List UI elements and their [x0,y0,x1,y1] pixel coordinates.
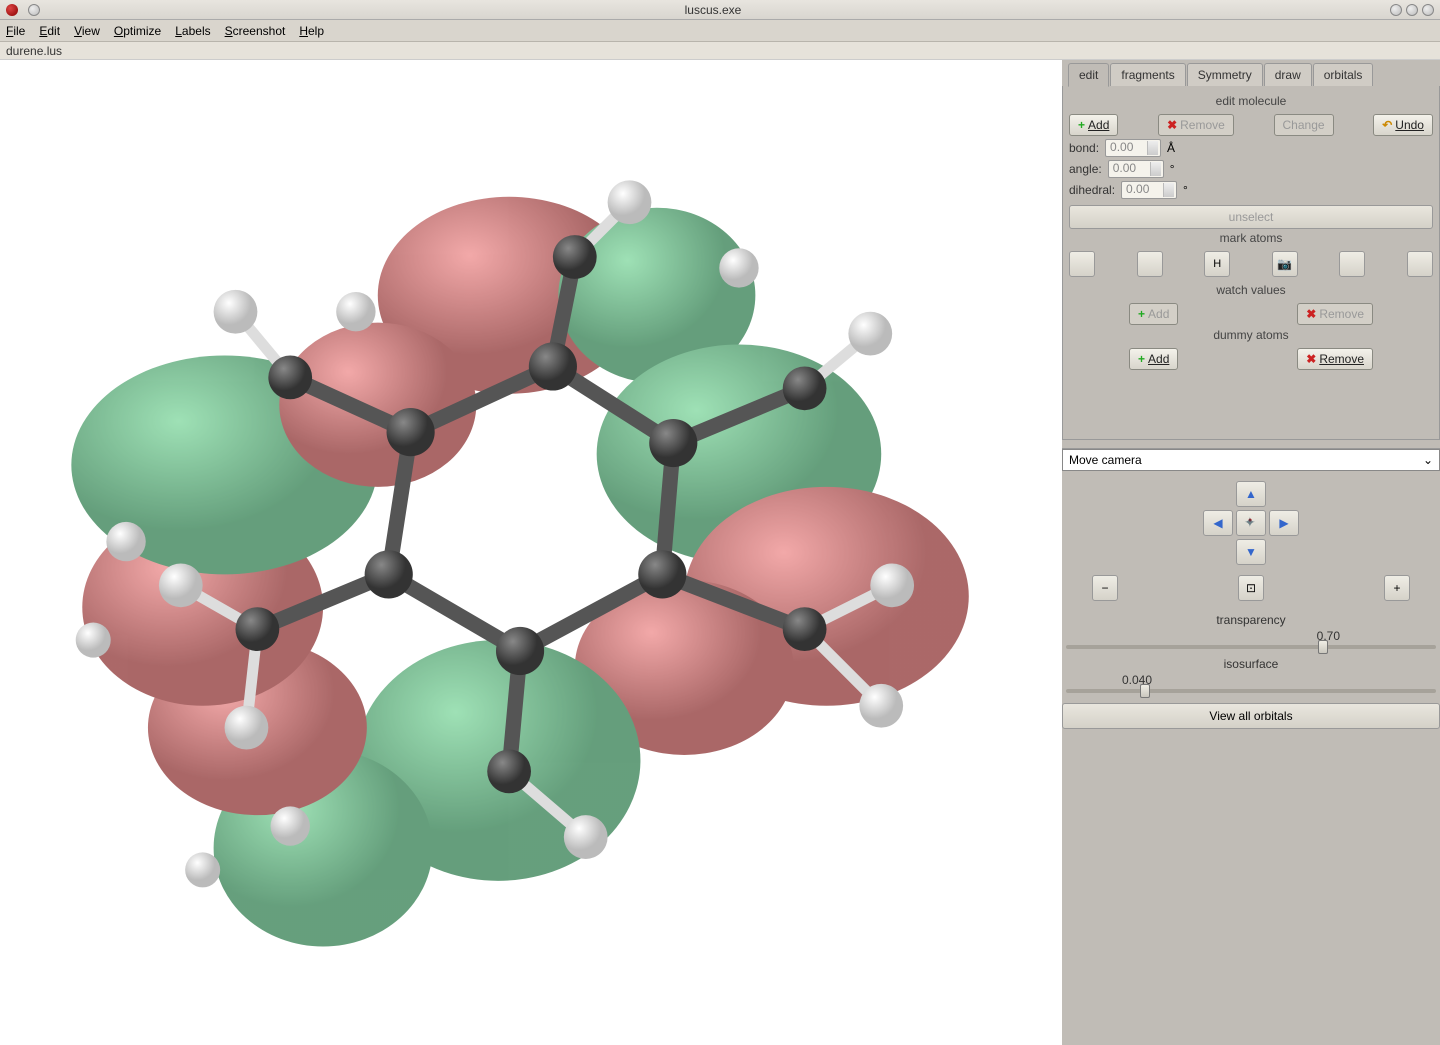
menu-optimize[interactable]: Optimize [114,24,161,38]
bond-unit: Å [1167,141,1175,155]
window-menu-icon[interactable] [28,4,40,16]
menu-file[interactable]: File [6,24,25,38]
side-panel: edit fragments Symmetry draw orbitals ed… [1062,60,1440,1045]
arrow-right-icon: ▶ [1279,516,1288,530]
remove-button: ✖Remove [1158,114,1234,136]
mark-btn-5[interactable] [1339,251,1365,277]
menu-labels[interactable]: Labels [175,24,210,38]
zoom-fit-icon: ⊡ [1246,581,1256,595]
menu-edit[interactable]: Edit [39,24,60,38]
window-title: luscus.exe [40,3,1386,17]
plus-icon: + [1138,352,1145,366]
x-icon: ✖ [1167,118,1177,132]
angle-unit: ° [1170,162,1175,176]
undo-button[interactable]: ↶Undo [1373,114,1433,136]
menu-help[interactable]: Help [299,24,324,38]
transparency-label: transparency [1062,613,1440,627]
mark-btn-6[interactable] [1407,251,1433,277]
view-all-orbitals-button[interactable]: View all orbitals [1062,703,1440,729]
mark-btn-h[interactable]: H [1204,251,1230,277]
transparency-thumb[interactable] [1318,640,1328,654]
tab-symmetry[interactable]: Symmetry [1187,63,1263,86]
camera-left-button[interactable]: ◀ [1203,510,1233,536]
mark-atoms-title: mark atoms [1069,231,1433,245]
watch-values-title: watch values [1069,283,1433,297]
maximize-button[interactable] [1406,4,1418,16]
menubar: File Edit View Optimize Labels Screensho… [0,20,1440,42]
isosurface-thumb[interactable] [1140,684,1150,698]
bond-label: bond: [1069,141,1099,155]
arrow-up-icon: ▲ [1245,487,1257,501]
camera-up-button[interactable]: ▲ [1236,481,1266,507]
tab-fragments[interactable]: fragments [1110,63,1185,86]
camera-dropdown[interactable]: Move camera ⌄ [1062,449,1440,471]
x-icon: ✖ [1306,352,1316,366]
add-button[interactable]: +Add [1069,114,1118,136]
viewport-3d[interactable] [0,60,1062,1045]
minimize-button[interactable] [1390,4,1402,16]
watch-add-button: +Add [1129,303,1178,325]
zoom-out-button[interactable]: − [1092,575,1118,601]
filebar: durene.lus [0,42,1440,60]
mark-btn-1[interactable] [1069,251,1095,277]
zoom-in-button[interactable]: + [1384,575,1410,601]
x-icon: ✖ [1306,307,1316,321]
zoom-out-icon: − [1101,581,1108,595]
edit-molecule-title: edit molecule [1069,94,1433,108]
filename-label: durene.lus [6,44,62,58]
isosurface-value: 0.040 [1062,673,1440,687]
bond-input[interactable]: 0.00 [1105,139,1161,157]
isosurface-label: isosurface [1062,657,1440,671]
app-icon [6,4,18,16]
mark-btn-2[interactable] [1137,251,1163,277]
titlebar: luscus.exe [0,0,1440,20]
mark-btn-camera[interactable]: 📷 [1272,251,1298,277]
isosurface-slider[interactable] [1066,689,1436,693]
camera-icon: 📷 [1277,257,1292,271]
tab-orbitals[interactable]: orbitals [1313,63,1374,86]
unselect-button[interactable]: unselect [1069,205,1433,229]
dummy-atoms-title: dummy atoms [1069,328,1433,342]
arrow-down-icon: ▼ [1245,545,1257,559]
watch-remove-button: ✖Remove [1297,303,1373,325]
center-icon [1244,516,1258,530]
plus-icon: + [1078,118,1085,132]
close-button[interactable] [1422,4,1434,16]
camera-center-button[interactable] [1236,510,1266,536]
dummy-add-button[interactable]: +Add [1129,348,1178,370]
arrow-left-icon: ◀ [1213,516,1222,530]
transparency-value: 0.70 [1062,629,1440,643]
dihedral-input[interactable]: 0.00 [1121,181,1177,199]
transparency-slider[interactable] [1066,645,1436,649]
camera-right-button[interactable]: ▶ [1269,510,1299,536]
dihedral-unit: ° [1183,183,1188,197]
tab-edit[interactable]: edit [1068,63,1109,87]
zoom-fit-button[interactable]: ⊡ [1238,575,1264,601]
dummy-remove-button[interactable]: ✖Remove [1297,348,1373,370]
tab-strip: edit fragments Symmetry draw orbitals [1062,60,1440,86]
change-button: Change [1274,114,1334,136]
plus-icon: + [1138,307,1145,321]
angle-input[interactable]: 0.00 [1108,160,1164,178]
tab-draw[interactable]: draw [1264,63,1312,86]
chevron-down-icon: ⌄ [1423,453,1433,467]
angle-label: angle: [1069,162,1102,176]
menu-view[interactable]: View [74,24,100,38]
dihedral-label: dihedral: [1069,183,1115,197]
zoom-in-icon: + [1393,581,1400,595]
camera-dropdown-label: Move camera [1069,453,1142,467]
menu-screenshot[interactable]: Screenshot [225,24,286,38]
undo-icon: ↶ [1382,118,1392,132]
camera-down-button[interactable]: ▼ [1236,539,1266,565]
